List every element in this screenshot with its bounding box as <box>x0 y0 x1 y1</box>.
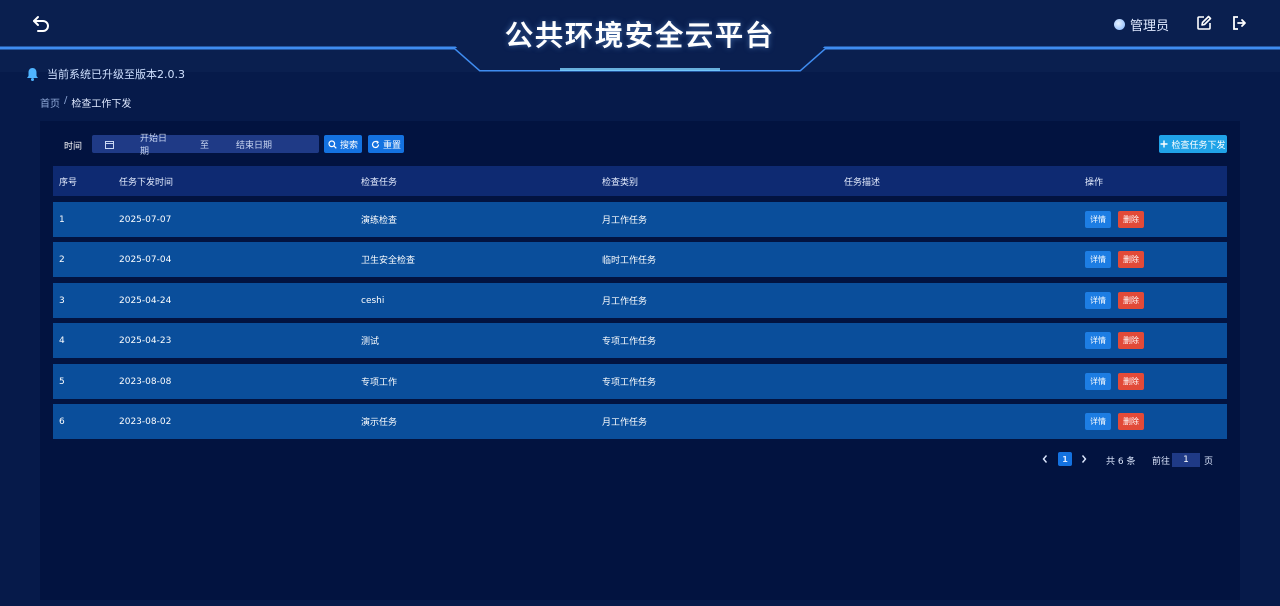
prev-page-icon[interactable] <box>1040 452 1050 466</box>
row-category: 月工作任务 <box>602 418 648 428</box>
breadcrumb-home[interactable]: 首页 <box>40 95 60 110</box>
plus-icon <box>1160 140 1168 148</box>
row-no: 3 <box>59 295 65 306</box>
table-row: 5 2023-08-08 专项工作 专项工作任务 详情 删除 <box>53 364 1227 399</box>
page-title: 公共环境安全云平台 <box>504 19 775 52</box>
row-date: 2025-07-07 <box>119 214 172 225</box>
row-category: 月工作任务 <box>602 297 648 307</box>
detail-button[interactable]: 详情 <box>1085 292 1111 309</box>
row-no: 1 <box>59 214 65 225</box>
date-range-picker[interactable]: 开始日期 至 结束日期 <box>92 134 319 157</box>
row-category: 专项工作任务 <box>602 378 657 388</box>
end-date-input[interactable]: 结束日期 <box>236 138 272 151</box>
top-header: 公共环境安全云平台 管理员 <box>0 0 1280 72</box>
edit-icon[interactable] <box>1196 15 1212 31</box>
delete-button[interactable]: 删除 <box>1118 332 1144 349</box>
detail-button[interactable]: 详情 <box>1085 251 1111 268</box>
search-button[interactable]: 搜索 <box>324 135 362 153</box>
breadcrumb-separator: / <box>64 95 68 106</box>
table-row: 3 2025-04-24 ceshi 月工作任务 详情 删除 <box>53 283 1227 318</box>
row-actions: 详情 删除 <box>1085 323 1144 358</box>
table-header: 序号 任务下发时间 检查任务 检查类别 任务描述 操作 <box>53 166 1227 196</box>
next-page-icon[interactable] <box>1079 452 1089 466</box>
row-actions: 详情 删除 <box>1085 283 1144 318</box>
row-task: 测试 <box>361 337 380 347</box>
row-no: 5 <box>59 376 65 387</box>
logout-icon[interactable] <box>1231 15 1247 31</box>
row-no: 4 <box>59 335 65 346</box>
detail-button[interactable]: 详情 <box>1085 413 1111 430</box>
user-icon <box>1114 18 1125 30</box>
row-actions: 详情 删除 <box>1085 202 1144 237</box>
col-header-operation: 操作 <box>1085 177 1104 188</box>
reset-button-label: 重置 <box>382 140 401 151</box>
table-row: 4 2025-04-23 测试 专项工作任务 详情 删除 <box>53 323 1227 358</box>
row-actions: 详情 删除 <box>1085 242 1144 277</box>
add-button-label: 检查任务下发 <box>1171 140 1226 151</box>
col-header-category: 检查类别 <box>602 177 639 188</box>
row-task: 卫生安全检查 <box>361 256 416 266</box>
row-task: 演示任务 <box>361 418 398 428</box>
row-category: 临时工作任务 <box>602 256 657 266</box>
row-date: 2025-07-04 <box>119 254 172 265</box>
col-header-description: 任务描述 <box>844 177 881 188</box>
row-date: 2025-04-23 <box>119 335 172 346</box>
date-range-separator: 至 <box>200 140 210 151</box>
row-date: 2023-08-02 <box>119 416 172 427</box>
row-actions: 详情 删除 <box>1085 404 1144 439</box>
row-task: 专项工作 <box>361 378 398 388</box>
col-header-no: 序号 <box>59 177 78 188</box>
row-task: ceshi <box>361 295 385 306</box>
start-date-input[interactable]: 开始日期 <box>140 131 172 157</box>
detail-button[interactable]: 详情 <box>1085 211 1111 228</box>
row-category: 专项工作任务 <box>602 337 657 347</box>
table-row: 6 2023-08-02 演示任务 月工作任务 详情 删除 <box>53 404 1227 439</box>
delete-button[interactable]: 删除 <box>1118 251 1144 268</box>
row-category: 月工作任务 <box>602 216 648 226</box>
delete-button[interactable]: 删除 <box>1118 292 1144 309</box>
row-actions: 详情 删除 <box>1085 364 1144 399</box>
delete-button[interactable]: 删除 <box>1118 373 1144 390</box>
time-filter-label: 时间 <box>64 142 83 152</box>
row-no: 2 <box>59 254 65 265</box>
delete-button[interactable]: 删除 <box>1118 413 1144 430</box>
page-unit-label: 页 <box>1204 457 1214 467</box>
goto-page-input[interactable] <box>1172 453 1200 467</box>
current-page-button[interactable]: 1 <box>1058 452 1072 466</box>
detail-button[interactable]: 详情 <box>1085 373 1111 390</box>
system-notice: 当前系统已升级至版本2.0.3 <box>26 66 185 82</box>
reset-button[interactable]: 重置 <box>368 135 404 153</box>
breadcrumb-current: 检查工作下发 <box>71 99 132 110</box>
delete-button[interactable]: 删除 <box>1118 211 1144 228</box>
goto-label: 前往 <box>1152 457 1171 467</box>
detail-button[interactable]: 详情 <box>1085 332 1111 349</box>
breadcrumb: 首页 / 检查工作下发 <box>40 95 131 110</box>
row-no: 6 <box>59 416 65 427</box>
refresh-icon <box>371 140 380 148</box>
table-row: 1 2025-07-07 演练检查 月工作任务 详情 删除 <box>53 202 1227 237</box>
col-header-date: 任务下发时间 <box>119 177 174 188</box>
user-menu[interactable]: 管理员 <box>1114 15 1170 34</box>
search-button-label: 搜索 <box>339 140 358 151</box>
notice-text: 当前系统已升级至版本2.0.3 <box>47 68 185 81</box>
main-panel: 时间 开始日期 至 结束日期 搜索 重置 检查任务下发 序号 任务下发时间 检查 <box>40 121 1240 600</box>
calendar-icon <box>105 140 114 149</box>
add-inspection-task-button[interactable]: 检查任务下发 <box>1159 135 1227 153</box>
total-count: 共 6 条 <box>1106 457 1136 467</box>
table-row: 2 2025-07-04 卫生安全检查 临时工作任务 详情 删除 <box>53 242 1227 277</box>
row-task: 演练检查 <box>361 216 398 226</box>
bell-icon <box>27 68 38 81</box>
col-header-task: 检查任务 <box>361 177 398 188</box>
row-date: 2023-08-08 <box>119 376 172 387</box>
search-icon <box>328 139 337 149</box>
row-date: 2025-04-24 <box>119 295 172 306</box>
user-name: 管理员 <box>1130 18 1170 34</box>
